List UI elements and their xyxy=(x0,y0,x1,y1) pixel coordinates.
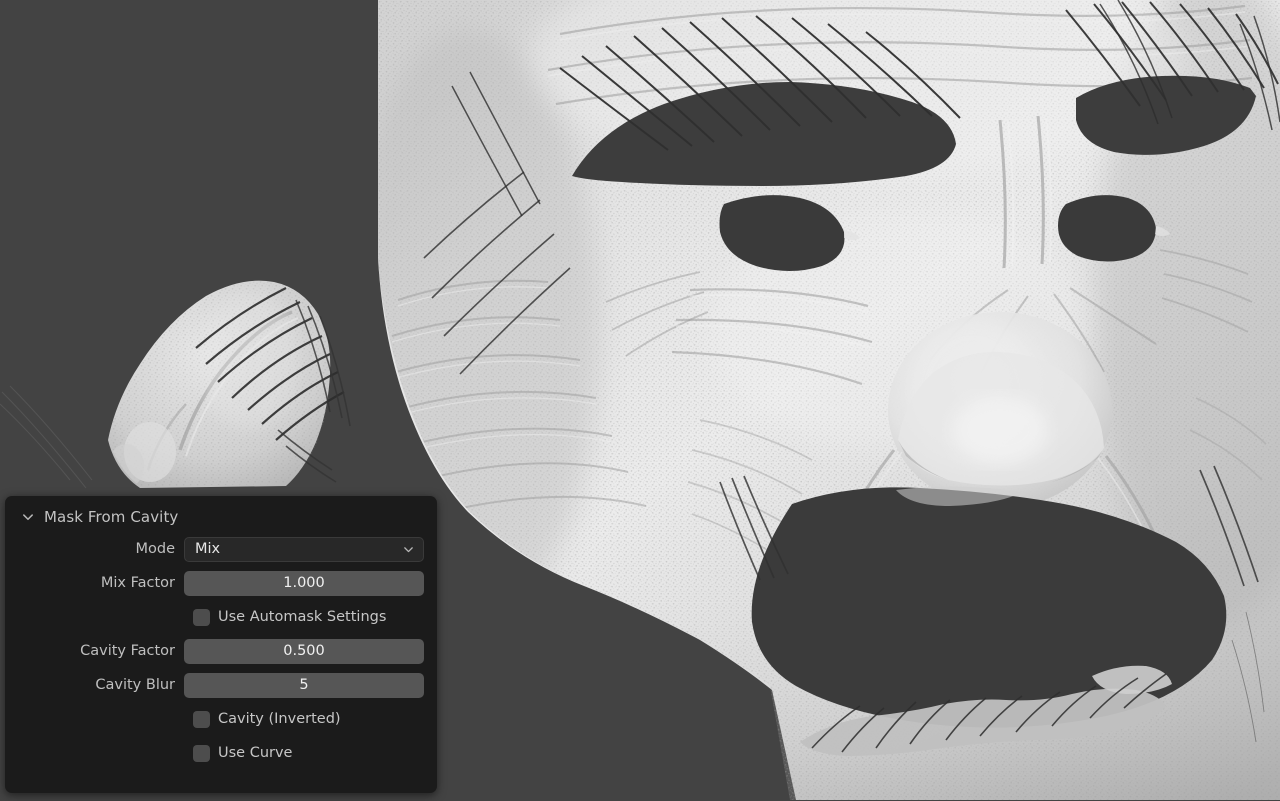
use-automask-settings-checkbox[interactable] xyxy=(193,609,210,626)
operator-redo-panel[interactable]: Mask From Cavity Mode Mix Mix Factor 1.0… xyxy=(5,496,437,793)
cavity-inverted-label[interactable]: Cavity (Inverted) xyxy=(218,712,341,727)
panel-rows: Mode Mix Mix Factor 1.000 Use Automask S xyxy=(5,532,437,767)
cavity-inverted-checkbox[interactable] xyxy=(193,711,210,728)
row-cavity-inverted: Cavity (Inverted) xyxy=(18,706,424,733)
chevron-down-icon xyxy=(21,510,35,524)
use-curve-label[interactable]: Use Curve xyxy=(218,746,292,761)
row-use-curve: Use Curve xyxy=(18,740,424,767)
mix-factor-label: Mix Factor xyxy=(18,576,184,591)
mix-factor-slider[interactable]: 1.000 xyxy=(184,571,424,596)
row-use-automask-settings: Use Automask Settings xyxy=(18,604,424,631)
mode-value: Mix xyxy=(195,542,220,557)
row-cavity-factor: Cavity Factor 0.500 xyxy=(18,638,424,665)
row-mode: Mode Mix xyxy=(18,536,424,563)
mode-label: Mode xyxy=(18,542,184,557)
blender-sculpt-window: Mask From Cavity Mode Mix Mix Factor 1.0… xyxy=(0,0,1280,801)
cavity-factor-label: Cavity Factor xyxy=(18,644,184,659)
masked-right-eye xyxy=(1058,195,1156,261)
panel-title: Mask From Cavity xyxy=(44,510,178,525)
cavity-factor-slider[interactable]: 0.500 xyxy=(184,639,424,664)
cavity-blur-label: Cavity Blur xyxy=(18,678,184,693)
cavity-blur-slider[interactable]: 5 xyxy=(184,673,424,698)
use-curve-checkbox[interactable] xyxy=(193,745,210,762)
mix-factor-value: 1.000 xyxy=(283,576,325,591)
cavity-factor-value: 0.500 xyxy=(283,644,325,659)
chevron-down-icon xyxy=(402,543,415,556)
mode-dropdown[interactable]: Mix xyxy=(184,537,424,562)
cavity-blur-value: 5 xyxy=(299,678,308,693)
use-automask-settings-label[interactable]: Use Automask Settings xyxy=(218,610,386,625)
row-mix-factor: Mix Factor 1.000 xyxy=(18,570,424,597)
panel-header[interactable]: Mask From Cavity xyxy=(5,502,437,532)
row-cavity-blur: Cavity Blur 5 xyxy=(18,672,424,699)
